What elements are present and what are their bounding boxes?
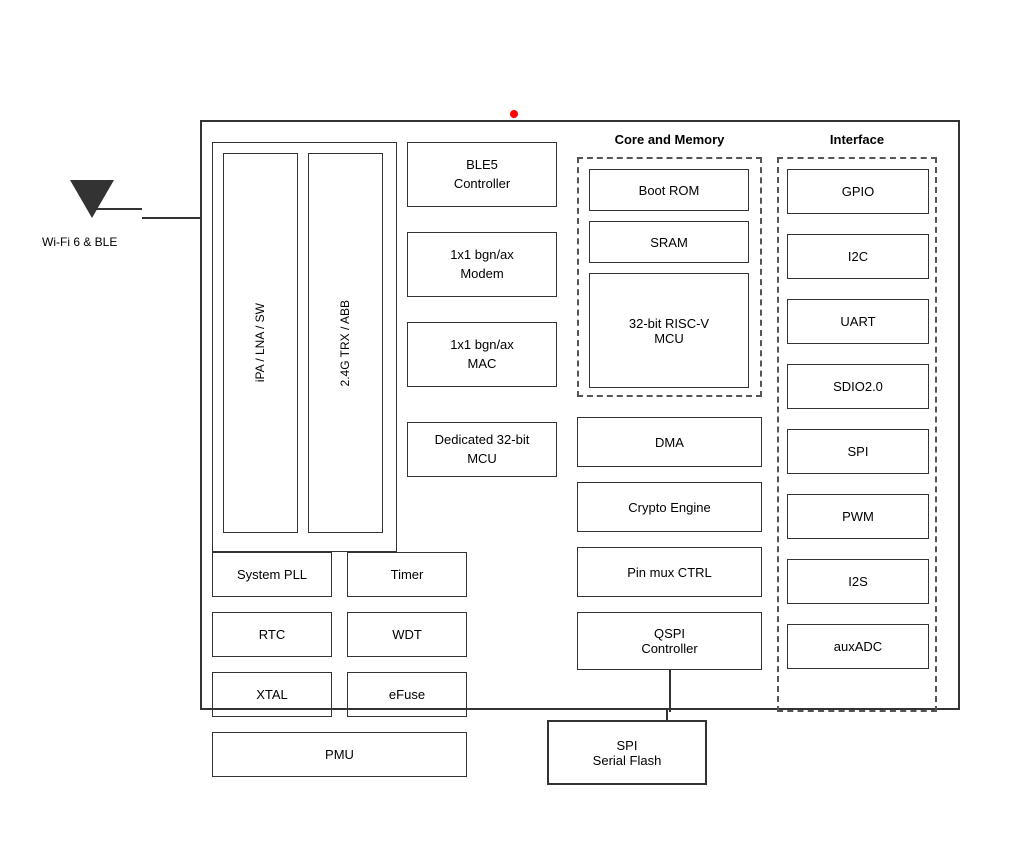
auxadc-label: auxADC: [834, 639, 882, 654]
pwm-label: PWM: [842, 509, 874, 524]
trx-abb-label: 2.4G TRX / ABB: [338, 300, 354, 386]
qspi-label: QSPI Controller: [641, 626, 697, 656]
uart-label: UART: [840, 314, 875, 329]
ipa-lna-label: iPA / LNA / SW: [253, 303, 269, 382]
auxadc-block: auxADC: [787, 624, 929, 669]
antenna-horizontal-line: [92, 208, 142, 210]
risc-v-label: 32-bit RISC-V MCU: [629, 316, 709, 346]
spi-flash-label: SPI Serial Flash: [593, 738, 662, 768]
pin-mux-label: Pin mux CTRL: [627, 565, 712, 580]
trx-abb-block: 2.4G TRX / ABB: [308, 153, 383, 533]
core-memory-label: Core and Memory: [577, 132, 762, 147]
timer-block: Timer: [347, 552, 467, 597]
i2c-label: I2C: [848, 249, 868, 264]
interface-dashed-box: GPIO I2C UART SDIO2.0 SPI PWM: [777, 157, 937, 712]
pin-mux-block: Pin mux CTRL: [577, 547, 762, 597]
ipa-lna-sw-block: iPA / LNA / SW: [223, 153, 298, 533]
timer-label: Timer: [391, 567, 424, 582]
crypto-engine-label: Crypto Engine: [628, 500, 710, 515]
mac-label: 1x1 bgn/ax MAC: [450, 336, 514, 372]
boot-rom-label: Boot ROM: [639, 183, 700, 198]
spi-flash-block: SPI Serial Flash: [547, 720, 707, 785]
dma-label: DMA: [655, 435, 684, 450]
ble-controller-block: BLE5 Controller: [407, 142, 557, 207]
gpio-block: GPIO: [787, 169, 929, 214]
antenna: Wi-Fi 6 & BLE: [60, 180, 114, 218]
sram-block: SRAM: [589, 221, 749, 263]
core-memory-dashed-box: Boot ROM SRAM 32-bit RISC-V MCU: [577, 157, 762, 397]
dma-block: DMA: [577, 417, 762, 467]
efuse-block: eFuse: [347, 672, 467, 717]
system-pll-label: System PLL: [237, 567, 307, 582]
uart-block: UART: [787, 299, 929, 344]
mac-block: 1x1 bgn/ax MAC: [407, 322, 557, 387]
qspi-to-bottom-line: [669, 670, 671, 712]
sdio-label: SDIO2.0: [833, 379, 883, 394]
sram-label: SRAM: [650, 235, 688, 250]
antenna-to-box-line: [142, 217, 200, 219]
main-chip-box: iPA / LNA / SW 2.4G TRX / ABB BLE5 Contr…: [200, 120, 960, 710]
modem-block: 1x1 bgn/ax Modem: [407, 232, 557, 297]
pmu-label: PMU: [325, 747, 354, 762]
pmu-block: PMU: [212, 732, 467, 777]
rtc-block: RTC: [212, 612, 332, 657]
rf-section: iPA / LNA / SW 2.4G TRX / ABB: [212, 142, 397, 552]
interface-label: Interface: [777, 132, 937, 147]
spi-label: SPI: [848, 444, 869, 459]
flash-connector-line: [666, 710, 668, 722]
diagram-container: Wi-Fi 6 & BLE iPA / LNA / SW 2.4G TRX / …: [120, 120, 980, 800]
i2c-block: I2C: [787, 234, 929, 279]
crypto-engine-block: Crypto Engine: [577, 482, 762, 532]
system-pll-block: System PLL: [212, 552, 332, 597]
i2s-block: I2S: [787, 559, 929, 604]
antenna-vertical-line: [92, 180, 94, 210]
boot-rom-block: Boot ROM: [589, 169, 749, 211]
red-dot-indicator: [510, 110, 518, 118]
xtal-block: XTAL: [212, 672, 332, 717]
antenna-label: Wi-Fi 6 & BLE: [42, 235, 117, 249]
dedicated-mcu-label: Dedicated 32-bit MCU: [435, 431, 530, 467]
i2s-label: I2S: [848, 574, 868, 589]
wdt-label: WDT: [392, 627, 422, 642]
risc-v-block: 32-bit RISC-V MCU: [589, 273, 749, 388]
wdt-block: WDT: [347, 612, 467, 657]
efuse-label: eFuse: [389, 687, 425, 702]
gpio-label: GPIO: [842, 184, 875, 199]
rtc-label: RTC: [259, 627, 285, 642]
xtal-label: XTAL: [256, 687, 288, 702]
pwm-block: PWM: [787, 494, 929, 539]
modem-label: 1x1 bgn/ax Modem: [450, 246, 514, 282]
spi-block: SPI: [787, 429, 929, 474]
dedicated-mcu-block: Dedicated 32-bit MCU: [407, 422, 557, 477]
ble-controller-label: BLE5 Controller: [454, 156, 510, 192]
sdio-block: SDIO2.0: [787, 364, 929, 409]
qspi-block: QSPI Controller: [577, 612, 762, 670]
